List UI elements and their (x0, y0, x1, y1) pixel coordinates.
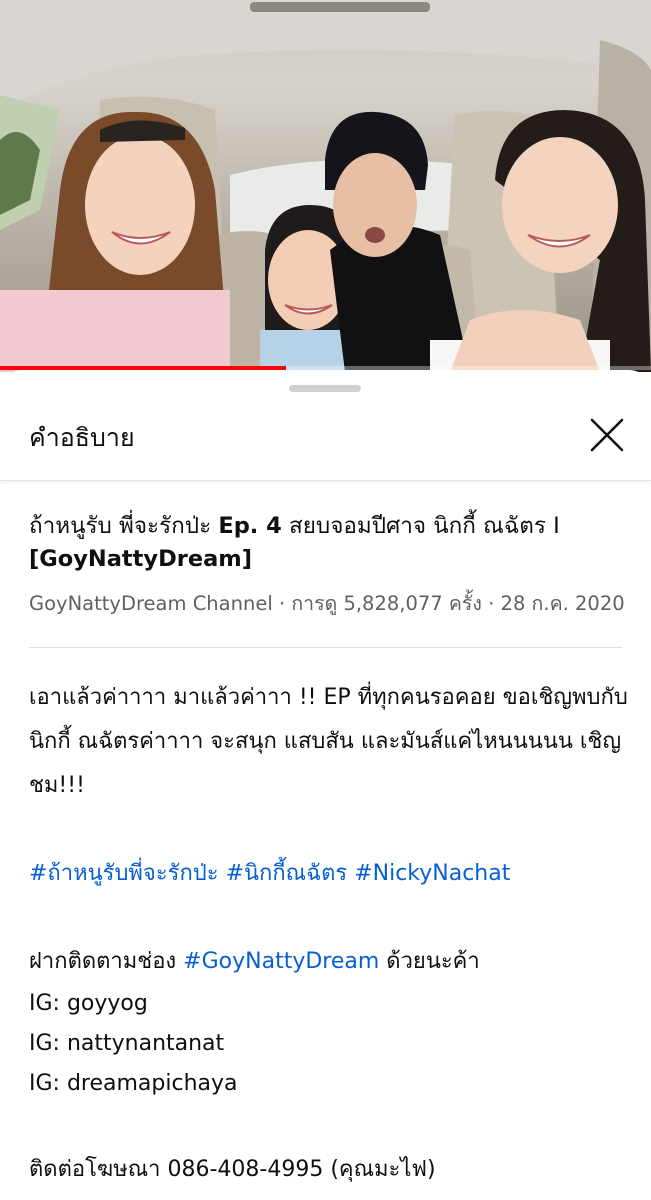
upload-date: 28 ก.ค. 2020 (500, 592, 625, 615)
ig-line: IG: goyyog (29, 991, 148, 1016)
ig-line: IG: nattynantanat (29, 1031, 225, 1056)
description-sheet: คำอธิบาย ถ้าหนูรับ พี่จะรักป่ะ Ep. 4 สยบ… (0, 370, 651, 1200)
video-title-channel-tag: [GoyNattyDream] (29, 546, 253, 572)
meta-separator: · (481, 592, 501, 615)
video-title: ถ้าหนูรับ พี่จะรักป่ะ Ep. 4 สยบจอมปีศาจ … (29, 510, 629, 576)
follow-prefix: ฝากติดตามช่อง (29, 949, 184, 974)
video-meta: GoyNattyDream Channel · การดู 5,828,077 … (29, 588, 629, 619)
follow-suffix: ด้วยนะค้า (379, 949, 480, 974)
channel-name[interactable]: GoyNattyDream Channel (29, 592, 273, 615)
hashtag-link[interactable]: #NickyNachat (354, 861, 510, 886)
meta-separator: · (272, 592, 292, 615)
sheet-header: คำอธิบาย (0, 394, 651, 481)
drag-handle[interactable] (289, 385, 361, 392)
description-body: เอาแล้วค่าาาา มาแล้วค่าาา !! EP ที่ทุกคน… (29, 676, 629, 1192)
hashtag-line: #ถ้าหนูรับพี่จะรักป่ะ #นิกกี้ณฉัตร #Nick… (29, 852, 629, 896)
video-title-part: ถ้าหนูรับ พี่จะรักป่ะ (29, 513, 219, 539)
video-frame (0, 0, 651, 372)
video-player[interactable] (0, 0, 651, 372)
video-title-episode: Ep. 4 (218, 513, 282, 539)
close-icon[interactable] (588, 416, 626, 454)
divider (29, 647, 622, 648)
hashtag-link[interactable]: #GoyNattyDream (183, 949, 379, 974)
sheet-title: คำอธิบาย (29, 423, 135, 452)
ig-line: IG: dreamapichaya (29, 1071, 238, 1096)
video-title-part: สยบจอมปีศาจ นิกกี้ ณฉัตร I (281, 513, 560, 539)
follow-line: ฝากติดตามช่อง #GoyNattyDream ด้วยนะค้า (29, 940, 629, 984)
description-content: ถ้าหนูรับ พี่จะรักป่ะ Ep. 4 สยบจอมปีศาจ … (29, 510, 629, 1192)
hashtag-link[interactable]: #ถ้าหนูรับพี่จะรักป่ะ (29, 861, 219, 886)
hashtag-link[interactable]: #นิกกี้ณฉัตร (226, 861, 348, 886)
view-count: การดู 5,828,077 ครั้ง (291, 592, 482, 615)
contact-line: ติดต่อโฆษณา 086-408-4995 (คุณมะไฟ) (29, 1157, 436, 1182)
description-intro: เอาแล้วค่าาาา มาแล้วค่าาา !! EP ที่ทุกคน… (29, 685, 628, 798)
